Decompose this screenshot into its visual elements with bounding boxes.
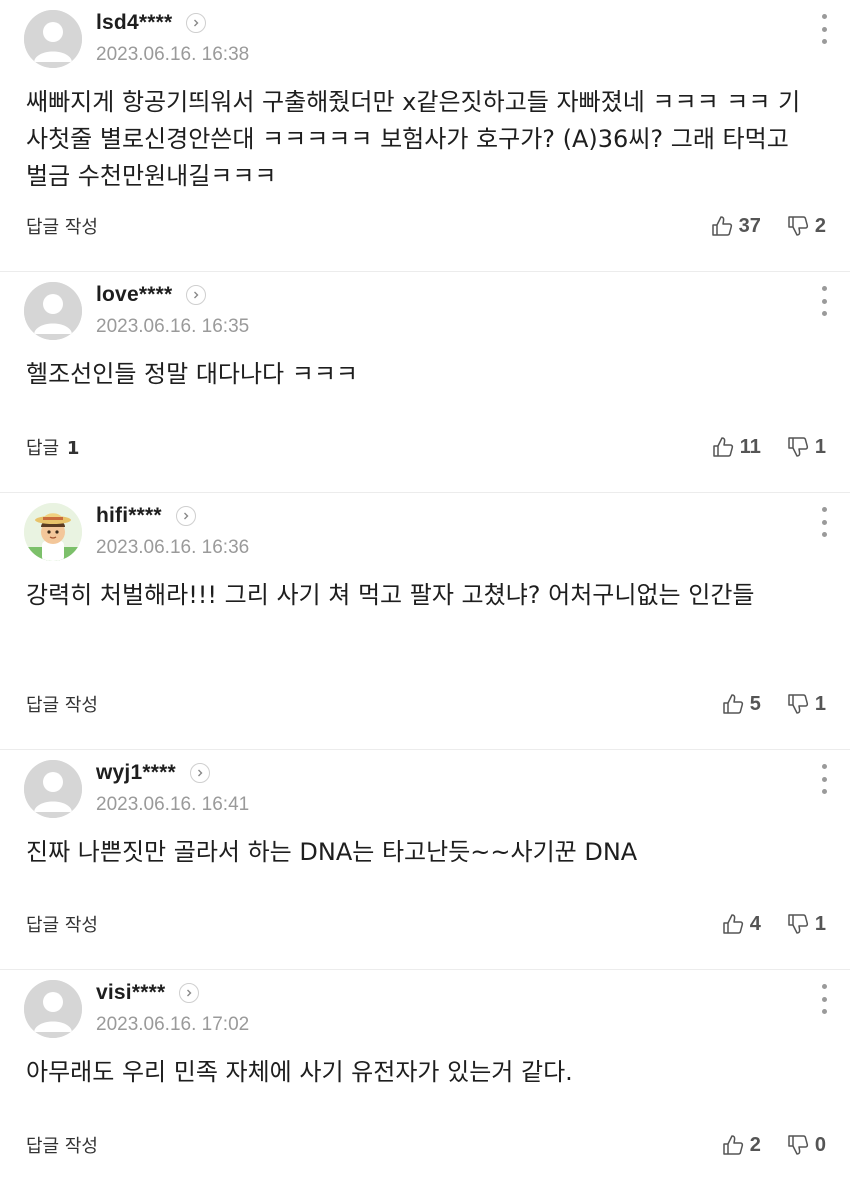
vote-group: 4 1 [722, 913, 826, 936]
dislike-count: 1 [814, 435, 826, 458]
thumbs-down-icon [788, 914, 808, 934]
chevron-right-icon[interactable] [179, 983, 200, 1003]
thumbs-up-icon [723, 1135, 743, 1155]
comment-text: 진짜 나쁜짓만 골라서 하는 DNA는 타고난듯~~사기꾼 DNA [26, 838, 638, 866]
chevron-right-icon[interactable] [189, 763, 210, 783]
comment-text: 강력히 처벌해라!!! 그리 사기 쳐 먹고 팔자 고쳤냐? 어처구니없는 인간… [26, 581, 755, 609]
author-nickname[interactable]: love**** [96, 283, 172, 307]
more-vertical-icon[interactable] [820, 507, 828, 537]
vote-group: 11 1 [712, 436, 826, 459]
reply-label: 답글 작성 [26, 217, 98, 238]
thumbs-down-icon [788, 694, 808, 714]
thumbs-up-icon [723, 694, 743, 714]
reply-button[interactable]: 답글 작성 [26, 1132, 100, 1158]
like-count: 4 [749, 912, 761, 935]
reply-button[interactable]: 답글 작성 [26, 911, 100, 937]
more-vertical-icon[interactable] [820, 764, 828, 794]
vote-group: 5 1 [722, 693, 826, 716]
like-button[interactable]: 4 [722, 913, 761, 936]
like-count: 5 [749, 692, 761, 715]
comment-item: wyj1**** 2023.06.16. 16:41 진짜 나쁜짓만 골라서 하… [0, 750, 850, 970]
like-count: 11 [739, 435, 761, 458]
comment-text: 아무래도 우리 민족 자체에 사기 유전자가 있는거 같다. [26, 1058, 573, 1086]
chevron-right-icon[interactable] [186, 13, 207, 33]
comment-footer: 답글 작성 2 0 [26, 1130, 826, 1160]
thumbs-down-icon [788, 1135, 808, 1155]
thumbs-down-icon [788, 437, 808, 457]
comment-footer: 답글 작성 4 1 [26, 909, 826, 939]
author-nickname[interactable]: lsd4**** [96, 11, 172, 35]
comment-date: 2023.06.16. 16:36 [96, 537, 250, 558]
default-avatar-icon[interactable] [24, 282, 82, 340]
dislike-count: 1 [814, 912, 826, 935]
thumbs-up-icon [712, 437, 733, 457]
like-button[interactable]: 2 [722, 1134, 761, 1157]
author-nickname[interactable]: hifi**** [96, 504, 162, 528]
dislike-count: 0 [814, 1133, 826, 1156]
author-row: hifi**** [96, 501, 196, 531]
author-nickname[interactable]: wyj1**** [96, 761, 176, 785]
reply-button[interactable]: 답글 작성 [26, 213, 100, 239]
author-row: visi**** [96, 978, 200, 1008]
comment-footer: 답글 1 11 1 [26, 432, 826, 462]
more-vertical-icon[interactable] [820, 286, 828, 316]
reply-button[interactable]: 답글 작성 [26, 691, 100, 717]
author-nickname[interactable]: visi**** [96, 981, 165, 1005]
like-count: 37 [738, 214, 761, 237]
comment-date: 2023.06.16. 16:41 [96, 794, 250, 815]
reply-label: 답글 작성 [26, 1136, 98, 1157]
comment-text: 쌔빠지게 항공기띄워서 구출해줬더만 x같은짓하고들 자빠졌네 ㅋㅋㅋ ㅋㅋ 기… [26, 88, 801, 190]
comment-text: 헬조선인들 정말 대다나다 ㅋㅋㅋ [26, 360, 359, 388]
comment-item: lsd4**** 2023.06.16. 16:38 쌔빠지게 항공기띄워서 구… [0, 0, 850, 272]
more-vertical-icon[interactable] [820, 14, 828, 44]
character-avatar-icon[interactable] [24, 503, 82, 561]
like-button[interactable]: 11 [712, 436, 761, 459]
default-avatar-icon[interactable] [24, 10, 82, 68]
comment-date: 2023.06.16. 17:02 [96, 1014, 250, 1035]
author-row: lsd4**** [96, 8, 207, 38]
thumbs-up-icon [723, 914, 743, 934]
dislike-button[interactable]: 1 [787, 436, 826, 459]
more-vertical-icon[interactable] [820, 984, 828, 1014]
chevron-right-icon[interactable] [175, 506, 196, 526]
dislike-button[interactable]: 2 [787, 215, 826, 238]
comment-footer: 답글 작성 5 1 [26, 689, 826, 719]
comment-date: 2023.06.16. 16:35 [96, 316, 250, 337]
thumbs-down-icon [788, 216, 808, 236]
dislike-button[interactable]: 1 [787, 913, 826, 936]
chevron-right-icon[interactable] [186, 285, 207, 305]
vote-group: 2 0 [722, 1134, 826, 1157]
thumbs-up-icon [711, 216, 732, 236]
vote-group: 37 2 [711, 215, 826, 238]
reply-label: 답글 [26, 438, 60, 459]
dislike-button[interactable]: 1 [787, 693, 826, 716]
comment-item: visi**** 2023.06.16. 17:02 아무래도 우리 민족 자체… [0, 970, 850, 1190]
dislike-count: 1 [814, 692, 826, 715]
default-avatar-icon[interactable] [24, 760, 82, 818]
reply-label: 답글 작성 [26, 915, 98, 936]
comment-item: love**** 2023.06.16. 16:35 헬조선인들 정말 대다나다… [0, 272, 850, 493]
like-button[interactable]: 5 [722, 693, 761, 716]
author-row: wyj1**** [96, 758, 210, 788]
comment-date: 2023.06.16. 16:38 [96, 44, 250, 65]
comment-item: hifi**** 2023.06.16. 16:36 강력히 처벌해라!!! 그… [0, 493, 850, 750]
comment-list: lsd4**** 2023.06.16. 16:38 쌔빠지게 항공기띄워서 구… [0, 0, 850, 1190]
reply-count: 1 [66, 438, 80, 459]
reply-button[interactable]: 답글 1 [26, 434, 79, 460]
like-count: 2 [749, 1133, 761, 1156]
comment-footer: 답글 작성 37 2 [26, 211, 826, 241]
dislike-count: 2 [814, 214, 826, 237]
default-avatar-icon[interactable] [24, 980, 82, 1038]
like-button[interactable]: 37 [711, 215, 761, 238]
dislike-button[interactable]: 0 [787, 1134, 826, 1157]
reply-label: 답글 작성 [26, 695, 98, 716]
author-row: love**** [96, 280, 207, 310]
